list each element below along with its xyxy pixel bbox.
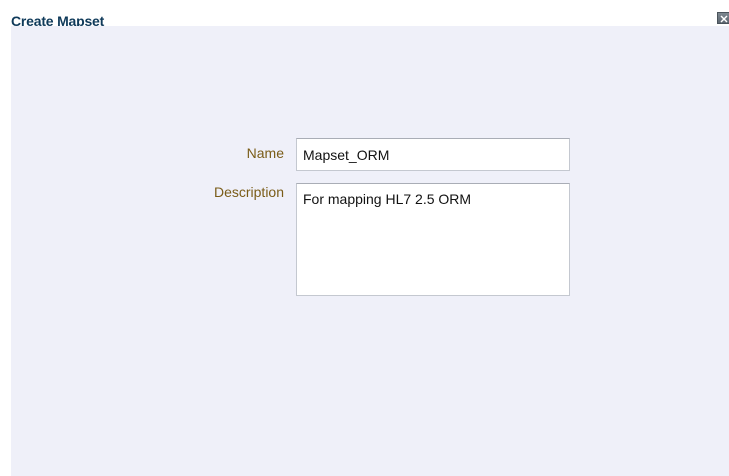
close-icon [720,15,728,23]
dialog-title-bar: Create Mapset [0,0,729,29]
close-button[interactable] [717,12,729,24]
create-mapset-dialog: Create Mapset Name Description For mappi… [0,0,729,476]
description-label: Description [213,184,284,200]
name-input[interactable] [296,138,570,171]
name-label: Name [246,145,284,161]
dialog-body: Name Description For mapping HL7 2.5 ORM [11,26,729,476]
description-textarea[interactable]: For mapping HL7 2.5 ORM [296,183,570,296]
